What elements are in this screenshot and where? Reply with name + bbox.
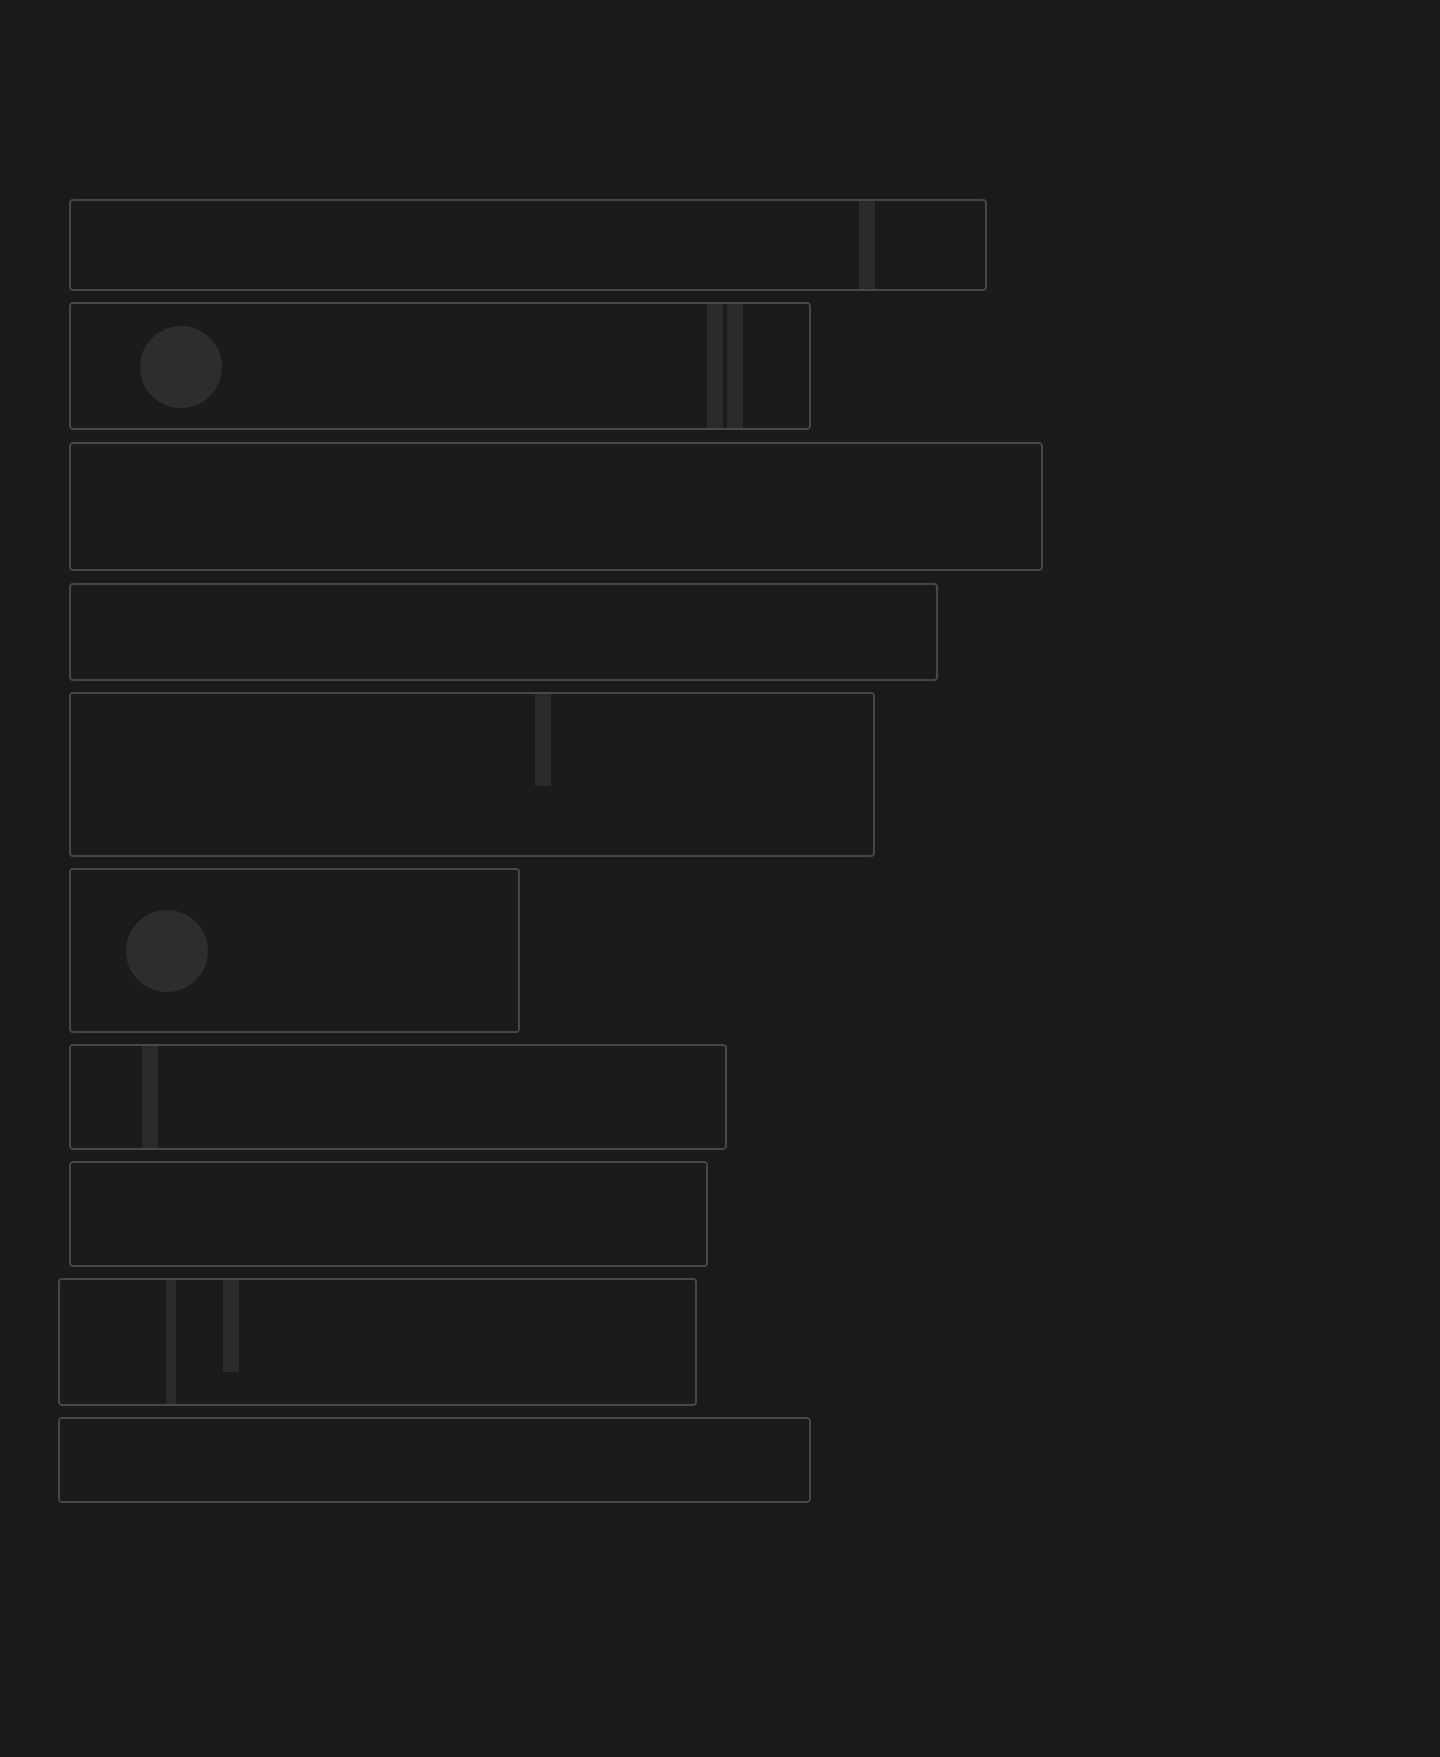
- skeleton-card-5: [69, 692, 875, 857]
- skeleton-shimmer-bar: [727, 304, 743, 428]
- skeleton-shimmer-bar: [142, 1046, 158, 1148]
- skeleton-card-7: [69, 1044, 727, 1150]
- skeleton-card-10: [58, 1417, 811, 1503]
- skeleton-shimmer-bar: [707, 304, 723, 428]
- skeleton-card-2: [69, 302, 811, 430]
- skeleton-card-3: [69, 442, 1043, 571]
- skeleton-shimmer-bar: [535, 694, 551, 786]
- skeleton-card-8: [69, 1161, 708, 1267]
- skeleton-avatar: [140, 326, 222, 408]
- skeleton-card-1: [69, 199, 987, 291]
- skeleton-card-4: [69, 583, 938, 681]
- skeleton-card-6: [69, 868, 520, 1033]
- skeleton-shimmer-bar: [859, 201, 875, 289]
- skeleton-shimmer-bar: [166, 1280, 176, 1404]
- skeleton-card-9: [58, 1278, 697, 1406]
- skeleton-avatar: [126, 910, 208, 992]
- skeleton-shimmer-bar: [223, 1280, 239, 1372]
